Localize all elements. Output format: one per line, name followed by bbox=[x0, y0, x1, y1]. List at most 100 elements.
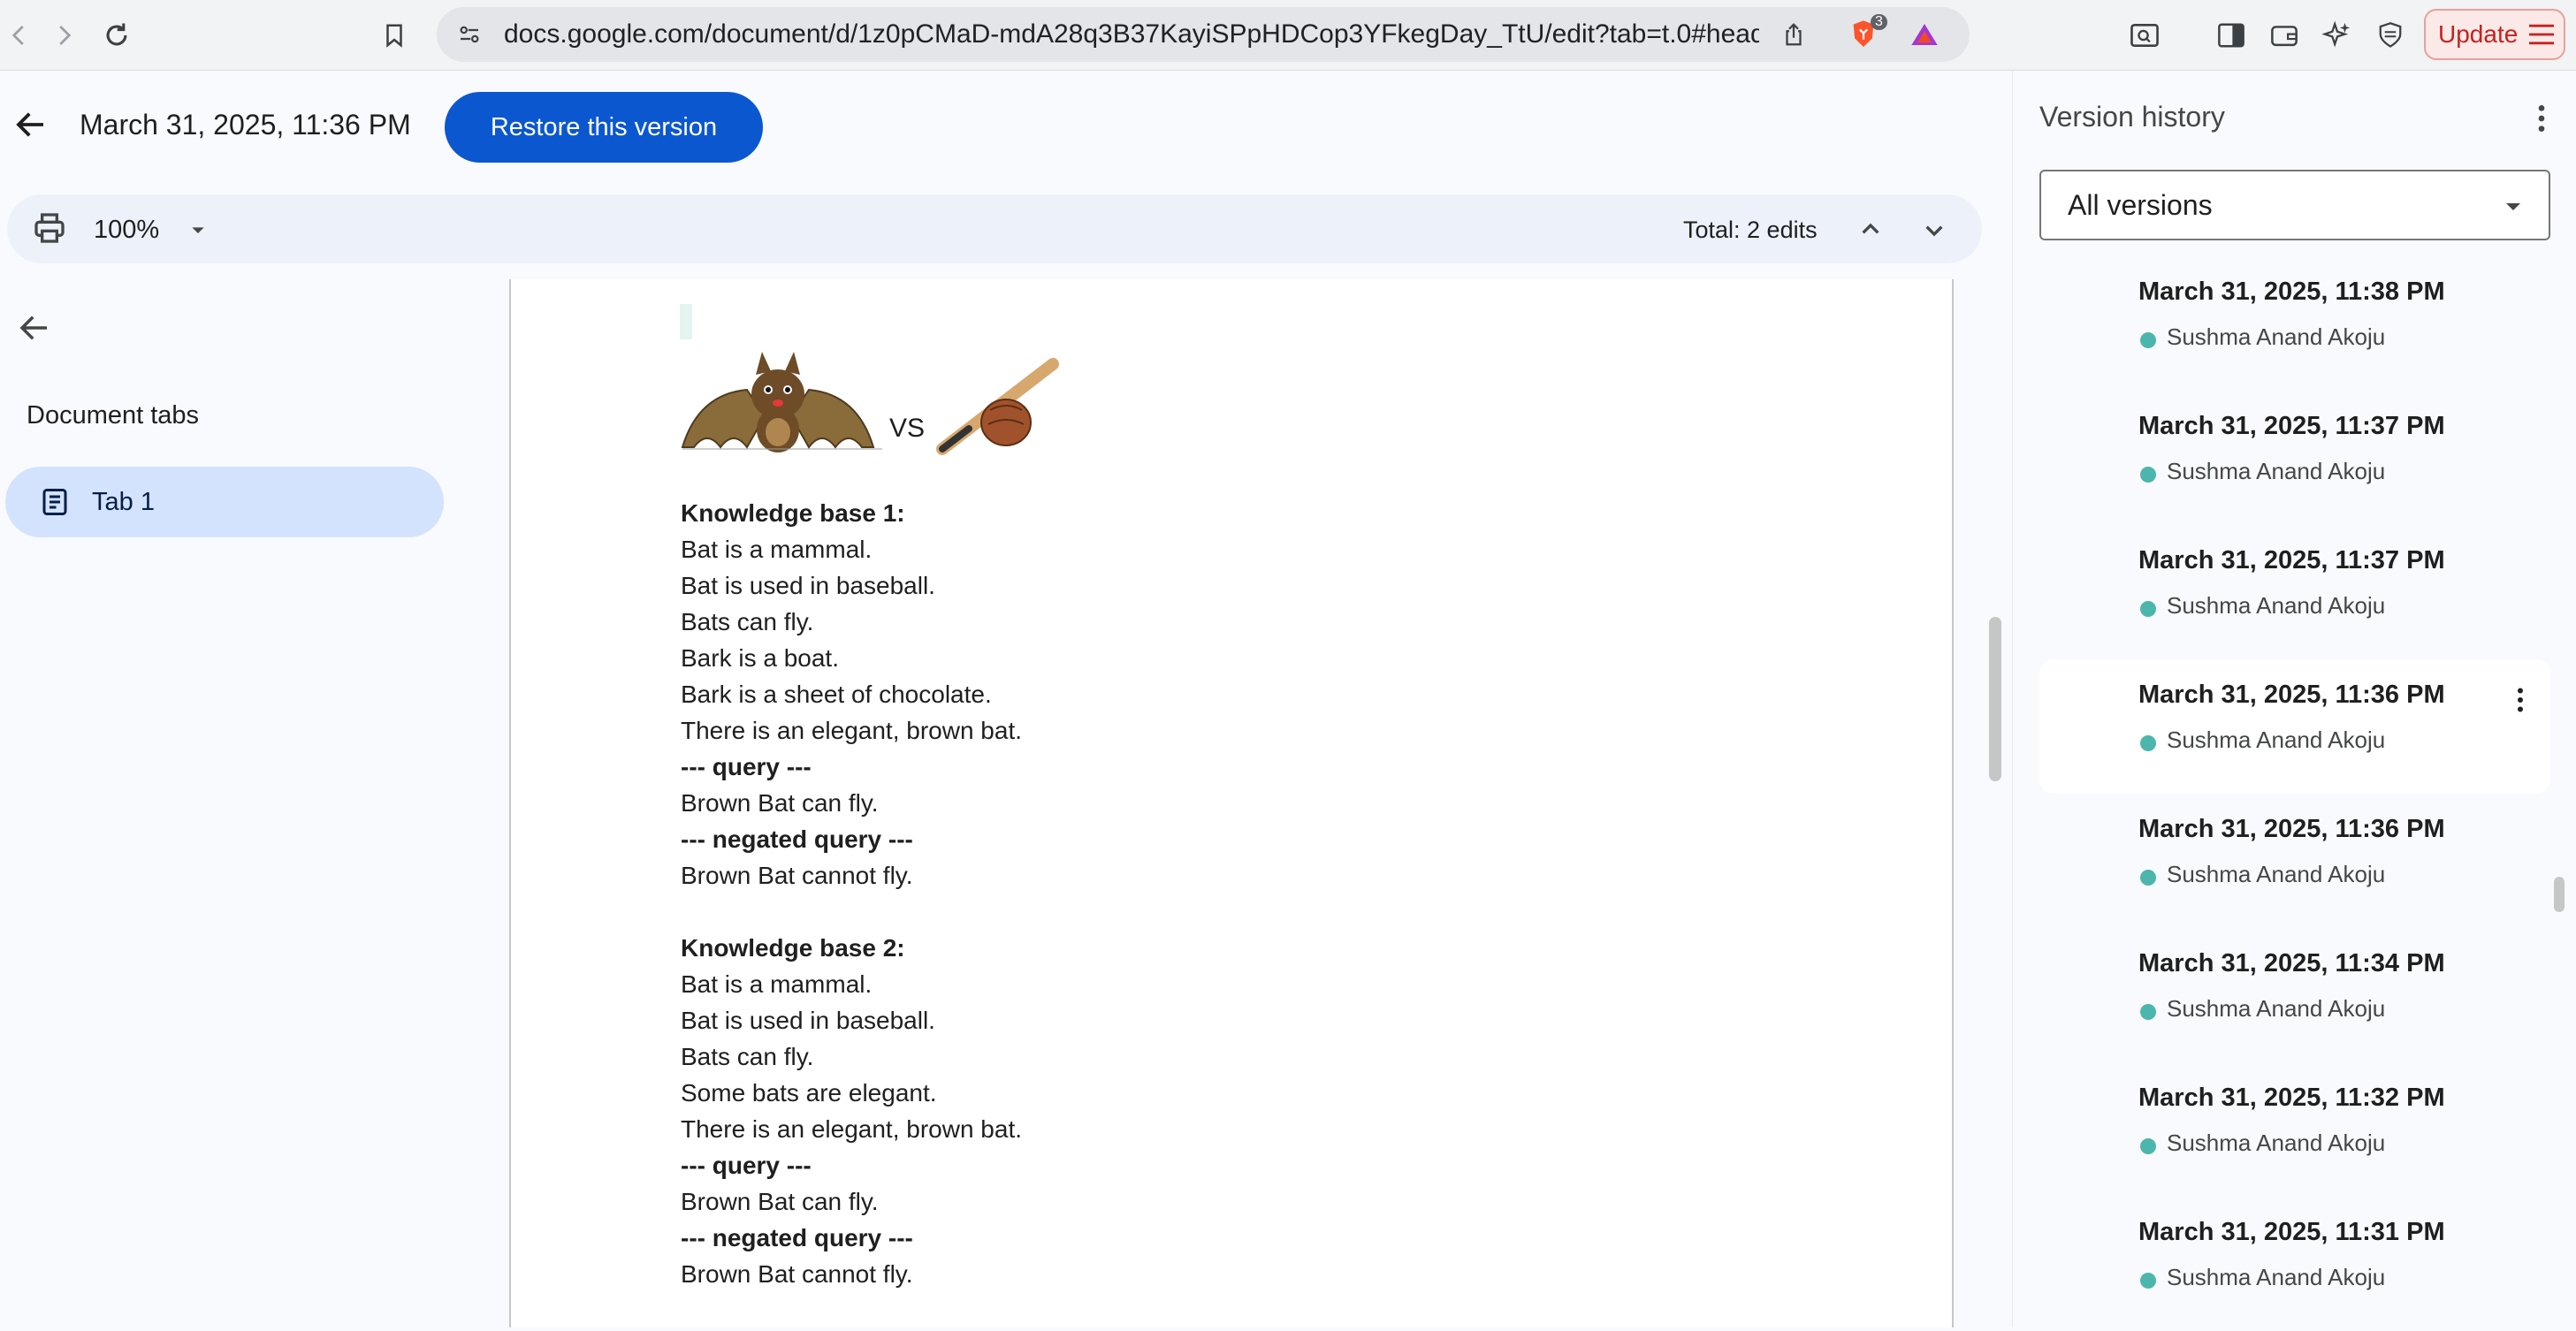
version-filter-select[interactable]: All versions bbox=[2039, 170, 2550, 240]
kb2-fact: Bat is a mammal. bbox=[681, 970, 873, 998]
document-scrollbar[interactable] bbox=[1989, 617, 2001, 781]
document-tabs-heading: Document tabs bbox=[27, 401, 200, 430]
reload-icon[interactable] bbox=[97, 16, 136, 55]
browser-forward-icon[interactable] bbox=[44, 16, 83, 55]
zoom-dropdown-icon[interactable] bbox=[184, 216, 212, 244]
address-bar[interactable]: docs.google.com/document/d/1z0pCMaD-mdA2… bbox=[437, 7, 1970, 62]
author-color-dot bbox=[2140, 1004, 2156, 1020]
leo-ai-icon[interactable] bbox=[2318, 16, 2357, 55]
version-timestamp: March 31, 2025, 11:32 PM bbox=[2138, 1084, 2445, 1112]
version-author: Sushma Anand Akoju bbox=[2167, 995, 2386, 1022]
brave-shield-icon[interactable]: 3 bbox=[1846, 14, 1887, 53]
kb1-fact: There is an elegant, brown bat. bbox=[681, 717, 1023, 744]
version-list: March 31, 2025, 11:38 PM Sushma Anand Ak… bbox=[2039, 256, 2550, 1331]
document-tab-1[interactable]: Tab 1 bbox=[5, 467, 444, 537]
vpn-shield-icon[interactable] bbox=[2371, 16, 2410, 55]
version-timestamp: March 31, 2025, 11:36 PM bbox=[2138, 681, 2445, 709]
document-body: Knowledge base 1: Bat is a mammal. Bat i… bbox=[681, 495, 1022, 1292]
kb1-query: Brown Bat can fly. bbox=[681, 789, 879, 817]
version-item[interactable]: March 31, 2025, 11:31 PM Sushma Anand Ak… bbox=[2039, 1197, 2550, 1331]
version-author: Sushma Anand Akoju bbox=[2167, 458, 2386, 484]
version-author: Sushma Anand Akoju bbox=[2167, 323, 2386, 350]
version-timestamp: March 31, 2025, 11:36 PM bbox=[2138, 815, 2445, 843]
more-options-icon[interactable] bbox=[2524, 101, 2559, 136]
doc-toolbar: 100% Total: 2 edits bbox=[7, 194, 1982, 263]
shield-count-badge: 3 bbox=[1871, 14, 1887, 30]
kb2-heading: Knowledge base 2: bbox=[681, 934, 905, 962]
kb2-fact: Bats can fly. bbox=[681, 1043, 814, 1070]
version-timestamp: March 31, 2025, 11:31 PM bbox=[2138, 1218, 2445, 1246]
version-author: Sushma Anand Akoju bbox=[2167, 726, 2386, 753]
url-text[interactable]: docs.google.com/document/d/1z0pCMaD-mdA2… bbox=[504, 7, 1759, 62]
version-author: Sushma Anand Akoju bbox=[2167, 861, 2386, 887]
print-icon[interactable] bbox=[32, 210, 71, 249]
version-more-options-icon[interactable] bbox=[2504, 684, 2536, 716]
kb2-fact: There is an elegant, brown bat. bbox=[681, 1115, 1023, 1143]
version-item-selected[interactable]: March 31, 2025, 11:36 PM Sushma Anand Ak… bbox=[2039, 659, 2550, 794]
sidebar-toggle-icon[interactable] bbox=[2212, 16, 2251, 55]
version-item[interactable]: March 31, 2025, 11:38 PM Sushma Anand Ak… bbox=[2039, 256, 2550, 391]
kb2-fact: Some bats are elegant. bbox=[681, 1079, 937, 1107]
kb1-fact: Bat is used in baseball. bbox=[681, 572, 935, 599]
restore-version-button[interactable]: Restore this version bbox=[445, 92, 763, 163]
version-author: Sushma Anand Akoju bbox=[2167, 1264, 2386, 1290]
wallet-icon[interactable] bbox=[2265, 16, 2304, 55]
previous-edit-icon[interactable] bbox=[1853, 212, 1888, 247]
version-list-scrollbar[interactable] bbox=[2554, 877, 2565, 912]
share-icon[interactable] bbox=[1777, 18, 1810, 51]
kb1-negated-label: --- negated query --- bbox=[681, 825, 913, 853]
bookmark-icon[interactable] bbox=[375, 16, 414, 55]
brave-rewards-icon[interactable] bbox=[1908, 18, 1941, 51]
close-outline-arrow-icon[interactable] bbox=[16, 309, 55, 348]
version-item[interactable]: March 31, 2025, 11:37 PM Sushma Anand Ak… bbox=[2039, 391, 2550, 525]
version-item[interactable]: March 31, 2025, 11:32 PM Sushma Anand Ak… bbox=[2039, 1062, 2550, 1197]
version-title: March 31, 2025, 11:36 PM bbox=[80, 109, 411, 141]
author-color-dot bbox=[2140, 870, 2156, 886]
document-icon bbox=[42, 489, 67, 515]
site-settings-icon[interactable] bbox=[454, 19, 484, 49]
version-item[interactable]: March 31, 2025, 11:34 PM Sushma Anand Ak… bbox=[2039, 928, 2550, 1062]
author-color-dot bbox=[2140, 735, 2156, 751]
version-timestamp: March 31, 2025, 11:37 PM bbox=[2138, 546, 2445, 574]
author-color-dot bbox=[2140, 1273, 2156, 1289]
update-button[interactable]: Update bbox=[2424, 9, 2565, 60]
kb1-fact: Bats can fly. bbox=[681, 608, 814, 635]
vs-label: VS bbox=[889, 414, 926, 443]
kb2-negated-label: --- negated query --- bbox=[681, 1224, 913, 1251]
version-author: Sushma Anand Akoju bbox=[2167, 592, 2386, 619]
kb1-fact: Bark is a sheet of chocolate. bbox=[681, 681, 992, 708]
dropdown-caret-icon bbox=[2499, 193, 2527, 221]
kb2-negated-query: Brown Bat cannot fly. bbox=[681, 1260, 913, 1288]
version-item[interactable]: March 31, 2025, 11:36 PM Sushma Anand Ak… bbox=[2039, 794, 2550, 928]
author-color-dot bbox=[2140, 1138, 2156, 1154]
kb2-query-label: --- query --- bbox=[681, 1152, 812, 1179]
author-color-dot bbox=[2140, 332, 2156, 348]
author-color-dot bbox=[2140, 601, 2156, 617]
version-history-panel: Version history All versions March 31, 2… bbox=[2012, 71, 2576, 1327]
version-timestamp: March 31, 2025, 11:34 PM bbox=[2138, 949, 2445, 977]
image-row: VS bbox=[681, 341, 1087, 465]
kb2-fact: Bat is used in baseball. bbox=[681, 1007, 935, 1034]
kb1-heading: Knowledge base 1: bbox=[681, 499, 905, 527]
version-item[interactable]: March 31, 2025, 11:37 PM Sushma Anand Ak… bbox=[2039, 525, 2550, 659]
back-arrow-icon[interactable] bbox=[12, 106, 50, 143]
browser-toolbar: docs.google.com/document/d/1z0pCMaD-mdA2… bbox=[0, 0, 2576, 71]
total-edits-label: Total: 2 edits bbox=[1683, 217, 1818, 243]
version-author: Sushma Anand Akoju bbox=[2167, 1129, 2386, 1156]
next-edit-icon[interactable] bbox=[1917, 212, 1952, 247]
zoom-select[interactable]: 100% bbox=[94, 212, 159, 247]
version-filter-value: All versions bbox=[2068, 189, 2213, 221]
version-timestamp: March 31, 2025, 11:38 PM bbox=[2138, 278, 2445, 306]
update-label: Update bbox=[2438, 20, 2519, 48]
text-cursor-highlight bbox=[680, 304, 692, 339]
kb2-query: Brown Bat can fly. bbox=[681, 1188, 879, 1215]
author-color-dot bbox=[2140, 467, 2156, 483]
menu-icon bbox=[2529, 24, 2555, 45]
browser-back-icon[interactable] bbox=[0, 16, 39, 55]
version-history-title: Version history bbox=[2039, 101, 2225, 133]
reader-mode-icon[interactable] bbox=[2125, 16, 2164, 55]
kb1-fact: Bark is a boat. bbox=[681, 644, 839, 672]
tab-label: Tab 1 bbox=[92, 487, 155, 516]
document-page[interactable]: VS Knowledge base 1: Bat is a mammal. Ba… bbox=[509, 279, 1954, 1327]
